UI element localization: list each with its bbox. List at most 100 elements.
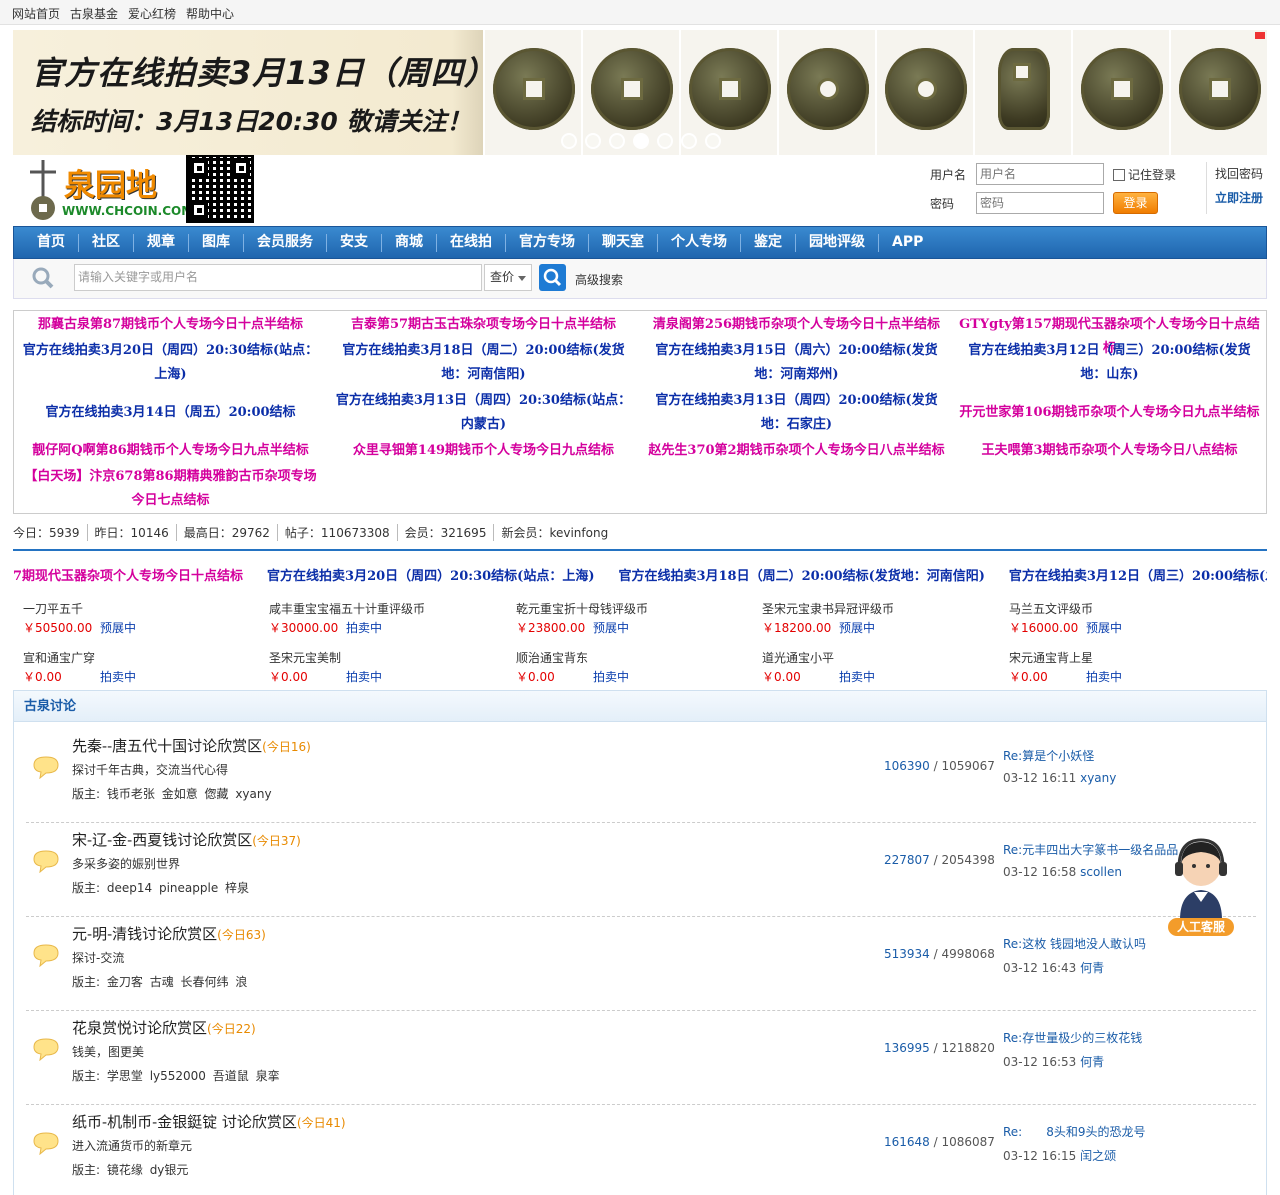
item-name[interactable]: 一刀平五千 bbox=[23, 600, 83, 617]
announcement-link[interactable]: 官方在线拍卖3月18日（周二）20:00结标(发货地：河南信阳) bbox=[327, 339, 640, 387]
forum-row: 元-明-清钱讨论欣赏区(今日63) 探讨-交流 版主: 金刀客 古魂 长春何纬 … bbox=[26, 917, 1256, 1011]
last-post-link[interactable]: Re:元丰四出大字篆书一级名品品 bbox=[1003, 841, 1178, 858]
register-link[interactable]: 立即注册 bbox=[1215, 189, 1263, 206]
item-name[interactable]: 圣宋元宝隶书异冠评级币 bbox=[762, 600, 894, 617]
announcement-link[interactable]: 众里寻钿第149期钱币个人专场今日九点结标 bbox=[327, 439, 640, 463]
remember-login-checkbox[interactable]: 记住登录 bbox=[1113, 166, 1176, 183]
item-name[interactable]: 咸丰重宝宝福五十计重评级币 bbox=[269, 600, 425, 617]
item-name[interactable]: 圣宋元宝美制 bbox=[269, 649, 341, 666]
forgot-password-link[interactable]: 找回密码 bbox=[1215, 165, 1263, 182]
announcement-link[interactable]: 官方在线拍卖3月15日（周六）20:00结标(发货地：河南郑州) bbox=[640, 339, 953, 387]
slide-dot-7[interactable] bbox=[705, 133, 721, 149]
announcement-link[interactable]: 官方在线拍卖3月14日（周五）20:00结标 bbox=[14, 401, 327, 425]
price-item[interactable]: 乾元重宝折十母钱评级币 ￥23800.00 预展中 bbox=[506, 598, 752, 644]
top-link-charity[interactable]: 爱心红榜 bbox=[128, 5, 176, 22]
search-icon bbox=[32, 267, 54, 289]
last-post-user[interactable]: 何青 bbox=[1080, 961, 1104, 975]
search-input[interactable]: 请输入关键字或用户名 bbox=[74, 264, 482, 291]
nav-grading[interactable]: 园地评级 bbox=[796, 226, 878, 259]
announcement-link[interactable]: 清泉阁第256期钱币杂项个人专场今日十点半结标 bbox=[640, 313, 953, 337]
top-link-fund[interactable]: 古泉基金 bbox=[70, 5, 118, 22]
stat-new-member[interactable]: 新会员：kevinfong bbox=[501, 524, 615, 541]
item-name[interactable]: 宋元通宝背上星 bbox=[1009, 649, 1093, 666]
price-item[interactable]: 圣宋元宝隶书异冠评级币 ￥18200.00 预展中 bbox=[752, 598, 998, 644]
price-item[interactable]: 宋元通宝背上星 ￥0.00 拍卖中 bbox=[999, 647, 1245, 693]
price-item[interactable]: 顺治通宝背东 ￥0.00 拍卖中 bbox=[506, 647, 752, 693]
item-name[interactable]: 马兰五文评级币 bbox=[1009, 600, 1093, 617]
price-item[interactable]: 圣宋元宝美制 ￥0.00 拍卖中 bbox=[259, 647, 505, 693]
slide-dot-4[interactable] bbox=[633, 133, 649, 149]
nav-mall[interactable]: 商城 bbox=[382, 226, 436, 259]
forum-title[interactable]: 宋-辽-金-西夏钱讨论欣赏区(今日37) bbox=[72, 829, 301, 850]
auction-banner[interactable]: 官方在线拍卖3月13日（周四） 结标时间：3月13日20:30 敬请关注！ bbox=[13, 30, 1267, 155]
announcement-link[interactable]: 赵先生370第2期钱币杂项个人专场今日八点半结标 bbox=[640, 439, 953, 463]
last-post-user[interactable]: xyany bbox=[1080, 771, 1116, 785]
item-name[interactable]: 顺治通宝背东 bbox=[516, 649, 588, 666]
checkbox-icon[interactable] bbox=[1113, 168, 1125, 181]
forum-title[interactable]: 花泉赏悦讨论欣赏区(今日22) bbox=[72, 1017, 256, 1038]
last-post-user[interactable]: scollen bbox=[1080, 865, 1122, 879]
forum-title[interactable]: 纸币-机制币-金银鋌锭 讨论欣赏区(今日41) bbox=[72, 1111, 346, 1132]
nav-member-service[interactable]: 会员服务 bbox=[244, 226, 326, 259]
forum-title[interactable]: 先秦--唐五代十国讨论欣赏区(今日16) bbox=[72, 735, 311, 756]
nav-app[interactable]: APP bbox=[879, 226, 936, 259]
search-type-select[interactable]: 查价 bbox=[484, 264, 532, 291]
last-post-user[interactable]: 何青 bbox=[1080, 1055, 1104, 1069]
announcement-link[interactable]: 官方在线拍卖3月13日（周四）20:00结标(发货地：石家庄) bbox=[640, 389, 953, 437]
slide-dot-1[interactable] bbox=[561, 133, 577, 149]
advanced-search-link[interactable]: 高级搜索 bbox=[575, 271, 623, 288]
ticker-link[interactable]: 7期现代玉器杂项个人专场今日十点结标 bbox=[13, 565, 243, 584]
price-item[interactable]: 一刀平五千 ￥50500.00 预展中 bbox=[13, 598, 259, 644]
nav-online-auction[interactable]: 在线拍 bbox=[437, 226, 505, 259]
forum-title[interactable]: 元-明-清钱讨论欣赏区(今日63) bbox=[72, 923, 266, 944]
announcement-link[interactable]: 开元世家第106期钱币杂项个人专场今日九点半结标 bbox=[953, 401, 1266, 425]
customer-service-widget[interactable]: 人工客服 bbox=[1168, 836, 1234, 936]
nav-anzhi[interactable]: 安支 bbox=[327, 226, 381, 259]
slide-dot-2[interactable] bbox=[585, 133, 601, 149]
item-name[interactable]: 乾元重宝折十母钱评级币 bbox=[516, 600, 648, 617]
announcement-link[interactable]: 王夫喂第3期钱币杂项个人专场今日八点结标 bbox=[953, 439, 1266, 463]
top-link-help[interactable]: 帮助中心 bbox=[186, 5, 234, 22]
announcement-link[interactable]: 那襄古泉第87期钱币个人专场今日十点半结标 bbox=[14, 313, 327, 337]
announcement-link[interactable]: 靓仔阿Q啊第86期钱币个人专场今日九点半结标 bbox=[14, 439, 327, 463]
slide-dot-3[interactable] bbox=[609, 133, 625, 149]
nav-official-session[interactable]: 官方专场 bbox=[506, 226, 588, 259]
nav-home[interactable]: 首页 bbox=[24, 226, 78, 259]
site-logo[interactable]: 泉园地 WWW.CHCOIN.COM bbox=[22, 158, 193, 224]
last-post-link[interactable]: Re: 8头和9头的恐龙号 bbox=[1003, 1123, 1146, 1140]
nav-chatroom[interactable]: 聊天室 bbox=[589, 226, 657, 259]
price-item[interactable]: 道光通宝小平 ￥0.00 拍卖中 bbox=[752, 647, 998, 693]
item-name[interactable]: 宣和通宝广穿 bbox=[23, 649, 95, 666]
username-input[interactable] bbox=[976, 163, 1104, 185]
ticker-link[interactable]: 官方在线拍卖3月18日（周二）20:00结标(发货地：河南信阳) bbox=[618, 565, 984, 584]
item-name[interactable]: 道光通宝小平 bbox=[762, 649, 834, 666]
top-link-home[interactable]: 网站首页 bbox=[12, 5, 60, 22]
nav-gallery[interactable]: 图库 bbox=[189, 226, 243, 259]
slide-dot-5[interactable] bbox=[657, 133, 673, 149]
nav-personal-session[interactable]: 个人专场 bbox=[658, 226, 740, 259]
announcement-link[interactable]: 吉泰第57期古玉古珠杂项专场今日十点半结标 bbox=[327, 313, 640, 337]
announcement-link[interactable]: 【白天场】汴京678第86期精典雅韵古币杂项专场今日七点结标 bbox=[14, 465, 327, 513]
slide-dot-6[interactable] bbox=[681, 133, 697, 149]
password-input[interactable] bbox=[976, 192, 1104, 214]
last-post-link[interactable]: Re:算是个小妖怪 bbox=[1003, 747, 1094, 764]
price-item[interactable]: 咸丰重宝宝福五十计重评级币 ￥30000.00 拍卖中 bbox=[259, 598, 505, 644]
ticker-link[interactable]: 官方在线拍卖3月12日（周三）20:00结标(发货地：山东) bbox=[1009, 565, 1267, 584]
ticker-link[interactable]: 官方在线拍卖3月20日（周四）20:30结标(站点：上海) bbox=[267, 565, 594, 584]
announcement-link[interactable]: 官方在线拍卖3月20日（周四）20:30结标(站点：上海) bbox=[14, 339, 327, 387]
price-item[interactable]: 宣和通宝广穿 ￥0.00 拍卖中 bbox=[13, 647, 259, 693]
last-post-user[interactable]: 闰之颂 bbox=[1080, 1149, 1116, 1163]
customer-service-label[interactable]: 人工客服 bbox=[1168, 918, 1234, 936]
search-button[interactable] bbox=[539, 264, 566, 291]
nav-appraisal[interactable]: 鉴定 bbox=[741, 226, 795, 259]
last-post-link[interactable]: Re:存世量极少的三枚花钱 bbox=[1003, 1029, 1142, 1046]
price-item[interactable]: 马兰五文评级币 ￥16000.00 预展中 bbox=[999, 598, 1245, 644]
announcement-link[interactable]: 官方在线拍卖3月12日（周三）20:00结标(发货地：山东) bbox=[953, 339, 1266, 387]
forum-moderators: 版主: 钱币老张 金如意 偬藏 xyany bbox=[72, 787, 272, 801]
last-post-link[interactable]: Re:这枚 钱园地没人敢认吗 bbox=[1003, 935, 1146, 952]
login-button[interactable]: 登录 bbox=[1113, 192, 1158, 214]
section-title[interactable]: 古泉讨论 bbox=[14, 691, 1266, 722]
announcement-link[interactable]: 官方在线拍卖3月13日（周四）20:30结标(站点：内蒙古) bbox=[327, 389, 640, 437]
nav-rules[interactable]: 规章 bbox=[134, 226, 188, 259]
nav-community[interactable]: 社区 bbox=[79, 226, 133, 259]
